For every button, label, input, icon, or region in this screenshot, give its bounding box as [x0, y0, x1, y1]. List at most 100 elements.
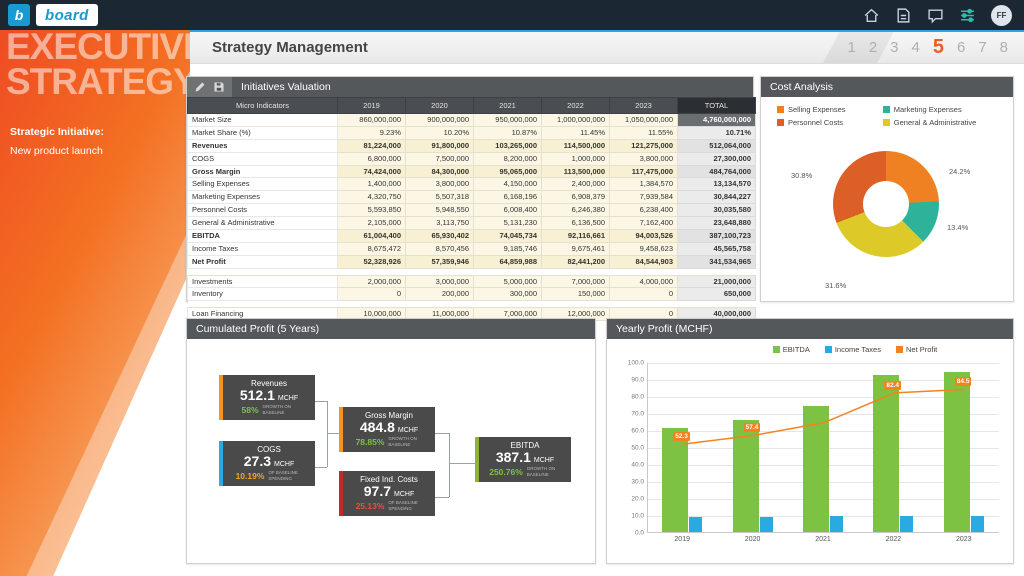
data-cell[interactable]: 7,939,584	[610, 191, 678, 204]
data-cell[interactable]: 300,000	[474, 288, 542, 301]
data-cell[interactable]: 4,760,000,000	[678, 114, 756, 127]
page-number-2[interactable]: 2	[869, 39, 877, 56]
column-header[interactable]: 2020	[406, 98, 474, 114]
data-cell[interactable]: 5,131,230	[474, 217, 542, 230]
data-cell[interactable]: 8,675,472	[338, 242, 406, 255]
data-cell[interactable]: 6,246,380	[542, 204, 610, 217]
data-cell[interactable]: 7,500,000	[406, 152, 474, 165]
cost-analysis-donut[interactable]	[833, 151, 939, 257]
data-cell[interactable]: 5,948,550	[406, 204, 474, 217]
data-cell[interactable]: 61,004,400	[338, 229, 406, 242]
data-cell[interactable]: 84,544,903	[610, 255, 678, 268]
data-cell[interactable]: 8,200,000	[474, 152, 542, 165]
save-icon[interactable]	[213, 81, 225, 93]
legend-item[interactable]: Marketing Expenses	[883, 105, 1005, 114]
data-cell[interactable]: 13,134,570	[678, 178, 756, 191]
data-cell[interactable]: 11.55%	[610, 126, 678, 139]
data-cell[interactable]: 0	[338, 288, 406, 301]
data-cell[interactable]: 4,000,000	[610, 275, 678, 288]
page-number-4[interactable]: 4	[912, 39, 920, 56]
data-cell[interactable]: 117,475,000	[610, 165, 678, 178]
data-cell[interactable]: 103,265,000	[474, 139, 542, 152]
data-cell[interactable]: 74,045,734	[474, 229, 542, 242]
legend-item[interactable]: Selling Expenses	[777, 105, 875, 114]
data-cell[interactable]: 10.87%	[474, 126, 542, 139]
data-cell[interactable]: 95,065,000	[474, 165, 542, 178]
data-cell[interactable]: 512,064,000	[678, 139, 756, 152]
user-avatar[interactable]: FF	[991, 5, 1012, 26]
data-cell[interactable]: 94,003,526	[610, 229, 678, 242]
data-cell[interactable]: 387,100,723	[678, 229, 756, 242]
data-cell[interactable]: 1,000,000	[542, 152, 610, 165]
data-cell[interactable]: 1,050,000,000	[610, 114, 678, 127]
data-cell[interactable]: 9,675,461	[542, 242, 610, 255]
legend-item[interactable]: General & Administrative	[883, 118, 1005, 127]
data-cell[interactable]: 27,300,000	[678, 152, 756, 165]
data-cell[interactable]: 200,000	[406, 288, 474, 301]
data-cell[interactable]: 3,800,000	[610, 152, 678, 165]
data-cell[interactable]: 9,185,746	[474, 242, 542, 255]
data-cell[interactable]: 6,908,379	[542, 191, 610, 204]
data-cell[interactable]: 81,224,000	[338, 139, 406, 152]
data-cell[interactable]: 82,441,200	[542, 255, 610, 268]
column-header[interactable]: 2023	[610, 98, 678, 114]
data-cell[interactable]: 6,238,400	[610, 204, 678, 217]
data-cell[interactable]: 5,593,850	[338, 204, 406, 217]
page-number-1[interactable]: 1	[847, 39, 855, 56]
data-cell[interactable]: 7,162,400	[610, 217, 678, 230]
data-cell[interactable]: 650,000	[678, 288, 756, 301]
data-cell[interactable]: 74,424,000	[338, 165, 406, 178]
data-cell[interactable]: 5,000,000	[474, 275, 542, 288]
data-cell[interactable]: 2,105,000	[338, 217, 406, 230]
data-cell[interactable]: 5,507,318	[406, 191, 474, 204]
data-cell[interactable]: 2,000,000	[338, 275, 406, 288]
column-header[interactable]: Micro Indicators	[188, 98, 338, 114]
page-number-5[interactable]: 5	[933, 36, 944, 59]
data-cell[interactable]: 4,150,000	[474, 178, 542, 191]
data-cell[interactable]: 45,565,758	[678, 242, 756, 255]
data-cell[interactable]: 150,000	[542, 288, 610, 301]
data-cell[interactable]: 30,035,580	[678, 204, 756, 217]
data-cell[interactable]: 8,570,456	[406, 242, 474, 255]
data-cell[interactable]: 52,328,926	[338, 255, 406, 268]
legend-item[interactable]: EBITDA	[773, 345, 810, 354]
chat-icon[interactable]	[927, 7, 944, 24]
data-cell[interactable]: 6,008,400	[474, 204, 542, 217]
data-cell[interactable]: 4,320,750	[338, 191, 406, 204]
data-cell[interactable]: 9,458,623	[610, 242, 678, 255]
data-cell[interactable]: 6,800,000	[338, 152, 406, 165]
data-cell[interactable]: 21,000,000	[678, 275, 756, 288]
data-cell[interactable]: 3,113,750	[406, 217, 474, 230]
data-cell[interactable]: 84,300,000	[406, 165, 474, 178]
data-cell[interactable]: 64,859,988	[474, 255, 542, 268]
data-cell[interactable]: 10.20%	[406, 126, 474, 139]
page-number-3[interactable]: 3	[890, 39, 898, 56]
data-cell[interactable]: 10.71%	[678, 126, 756, 139]
data-cell[interactable]: 30,844,227	[678, 191, 756, 204]
data-cell[interactable]: 121,275,000	[610, 139, 678, 152]
data-cell[interactable]: 92,116,661	[542, 229, 610, 242]
column-header[interactable]: 2021	[474, 98, 542, 114]
data-cell[interactable]: 23,648,880	[678, 217, 756, 230]
data-cell[interactable]: 1,000,000,000	[542, 114, 610, 127]
data-cell[interactable]: 114,500,000	[542, 139, 610, 152]
data-cell[interactable]: 6,168,196	[474, 191, 542, 204]
data-cell[interactable]: 484,764,000	[678, 165, 756, 178]
data-cell[interactable]: 3,800,000	[406, 178, 474, 191]
data-cell[interactable]: 6,136,500	[542, 217, 610, 230]
data-cell[interactable]: 65,930,402	[406, 229, 474, 242]
data-cell[interactable]: 7,000,000	[542, 275, 610, 288]
edit-pencil-icon[interactable]	[194, 81, 206, 93]
data-cell[interactable]: 2,400,000	[542, 178, 610, 191]
data-cell[interactable]: 860,000,000	[338, 114, 406, 127]
data-cell[interactable]: 11.45%	[542, 126, 610, 139]
column-header[interactable]: TOTAL	[678, 98, 756, 114]
data-cell[interactable]: 900,000,000	[406, 114, 474, 127]
page-number-7[interactable]: 7	[978, 39, 986, 56]
data-cell[interactable]: 1,384,570	[610, 178, 678, 191]
column-header[interactable]: 2019	[338, 98, 406, 114]
data-cell[interactable]: 3,000,000	[406, 275, 474, 288]
data-cell[interactable]: 341,534,965	[678, 255, 756, 268]
legend-item[interactable]: Net Profit	[896, 345, 937, 354]
page-number-6[interactable]: 6	[957, 39, 965, 56]
